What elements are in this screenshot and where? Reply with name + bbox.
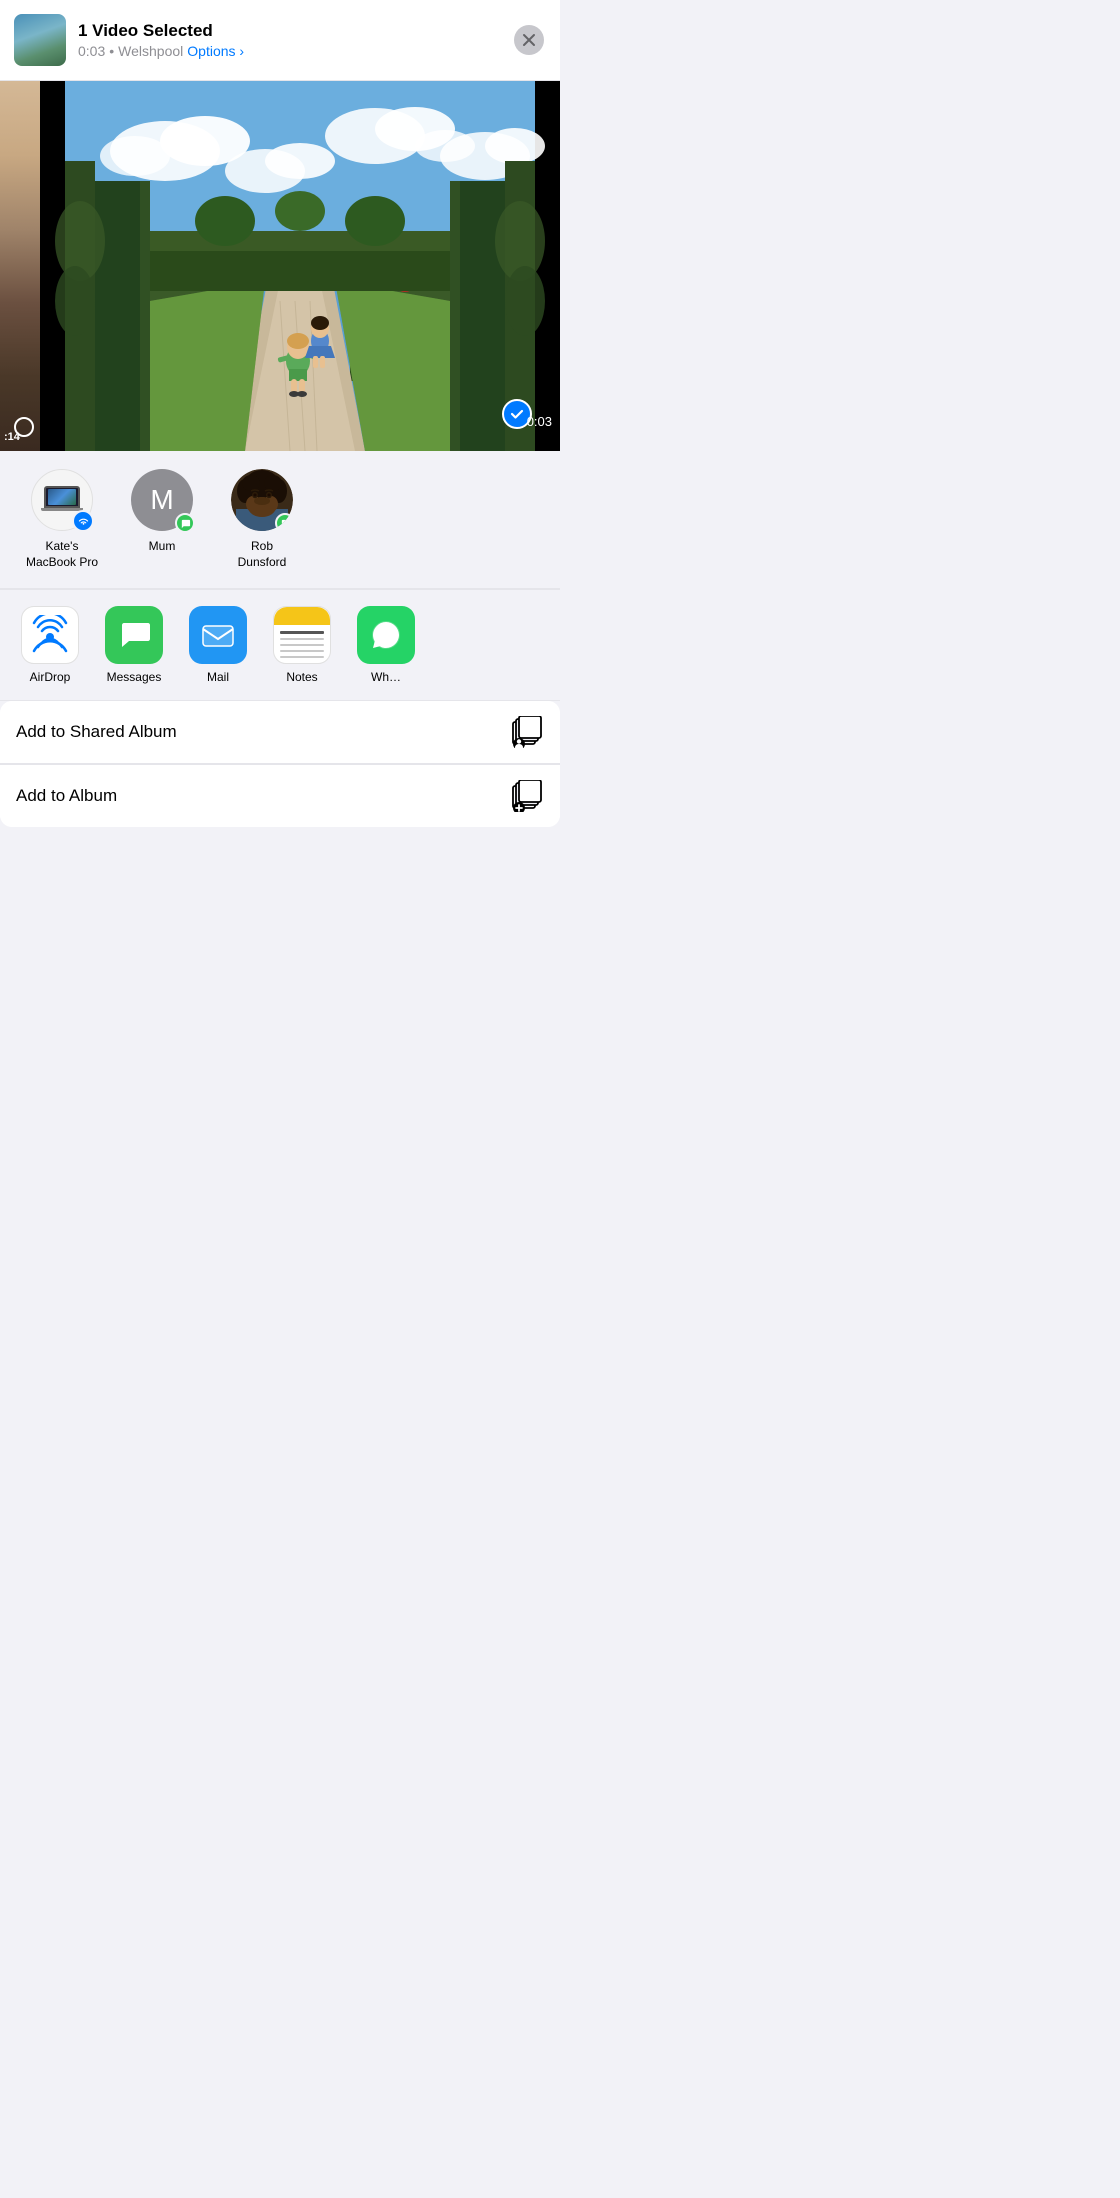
messages-icon-svg — [115, 616, 153, 654]
whatsapp-app-icon — [357, 606, 415, 664]
contact-name: Mum — [149, 539, 176, 555]
add-album-svg — [511, 780, 543, 812]
header-info: 1 Video Selected 0:03 • Welshpool Option… — [78, 21, 514, 59]
video-duration: 0:03 — [78, 43, 105, 59]
contact-kates-macbook[interactable]: Kate'sMacBook Pro — [22, 469, 102, 570]
apps-section: AirDrop Messages Mail — [0, 590, 560, 701]
app-mail[interactable]: Mail — [184, 606, 252, 684]
header-subtitle: 0:03 • Welshpool Options › — [78, 43, 514, 59]
rob-avatar — [231, 469, 293, 531]
contact-rob-dunsford[interactable]: RobDunsford — [222, 469, 302, 570]
add-album-row[interactable]: Add to Album — [0, 765, 560, 827]
mail-app-icon — [189, 606, 247, 664]
contact-letter: M — [150, 484, 173, 516]
app-label: Wh… — [371, 670, 401, 684]
app-label: Messages — [107, 670, 162, 684]
message-icon — [280, 518, 291, 529]
contact-name: Kate'sMacBook Pro — [26, 539, 98, 570]
airdrop-wifi-icon — [78, 516, 89, 527]
app-whatsapp[interactable]: Wh… — [352, 606, 420, 684]
options-link[interactable]: Options › — [187, 43, 244, 59]
video-thumbnail — [14, 14, 66, 66]
add-shared-album-row[interactable]: Add to Shared Album — [0, 701, 560, 764]
garden-scene — [40, 81, 560, 451]
message-badge — [175, 513, 195, 533]
app-notes[interactable]: Notes — [268, 606, 336, 684]
prev-timestamp: :14 — [4, 431, 20, 443]
header-title: 1 Video Selected — [78, 21, 514, 41]
action-label: Add to Shared Album — [16, 722, 510, 742]
close-button[interactable] — [514, 25, 544, 55]
app-airdrop[interactable]: AirDrop — [16, 606, 84, 684]
close-icon — [522, 33, 536, 47]
video-duration-badge: 0:03 — [527, 414, 552, 429]
bottom-spacer — [0, 827, 560, 857]
contact-name: RobDunsford — [238, 539, 287, 570]
macbook-avatar — [31, 469, 93, 531]
shared-album-svg — [511, 716, 543, 748]
actions-section: Add to Shared Album Add to Album — [0, 701, 560, 827]
contacts-row: Kate'sMacBook Pro M Mum — [22, 469, 544, 570]
add-album-icon — [510, 779, 544, 813]
check-icon — [509, 406, 525, 422]
message-badge — [275, 513, 293, 531]
prev-photo: :14 — [0, 81, 40, 451]
share-header: 1 Video Selected 0:03 • Welshpool Option… — [0, 0, 560, 81]
main-video: 0:03 — [40, 81, 560, 451]
apps-row: AirDrop Messages Mail — [16, 606, 544, 684]
contacts-section: Kate'sMacBook Pro M Mum — [0, 451, 560, 589]
airdrop-app-icon — [21, 606, 79, 664]
app-messages[interactable]: Messages — [100, 606, 168, 684]
airdrop-icon-svg — [30, 615, 70, 655]
header-dot: • — [109, 43, 114, 59]
notes-app-icon — [273, 606, 331, 664]
header-location: Welshpool — [118, 43, 183, 59]
app-label: Mail — [207, 670, 229, 684]
app-label: Notes — [286, 670, 317, 684]
messages-app-icon — [105, 606, 163, 664]
message-icon — [180, 518, 191, 529]
whatsapp-icon-svg — [368, 617, 404, 653]
macbook-icon — [42, 486, 82, 514]
mum-avatar: M — [131, 469, 193, 531]
shared-album-icon — [510, 715, 544, 749]
mail-icon-svg — [199, 616, 237, 654]
airdrop-badge — [72, 510, 94, 532]
app-label: AirDrop — [30, 670, 71, 684]
contact-mum[interactable]: M Mum — [122, 469, 202, 555]
photo-strip: :14 — [0, 81, 560, 451]
action-label: Add to Album — [16, 786, 510, 806]
